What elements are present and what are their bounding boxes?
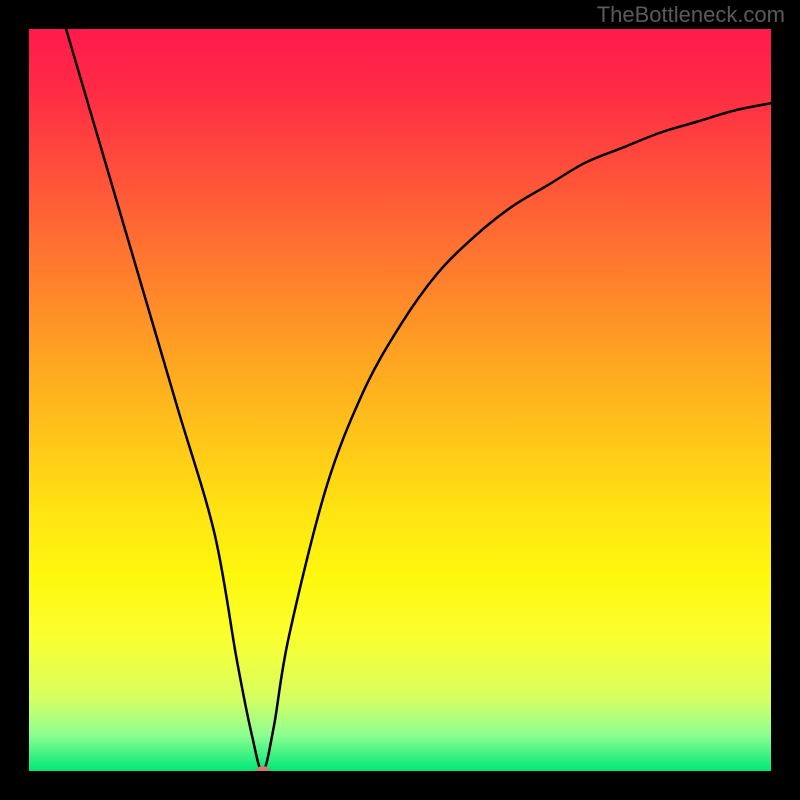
- bottleneck-curve-path: [66, 29, 771, 771]
- optimal-marker: [256, 766, 270, 771]
- watermark-text: TheBottleneck.com: [597, 2, 785, 28]
- bottleneck-curve-svg: [29, 29, 771, 771]
- chart-plot-area: [29, 29, 771, 771]
